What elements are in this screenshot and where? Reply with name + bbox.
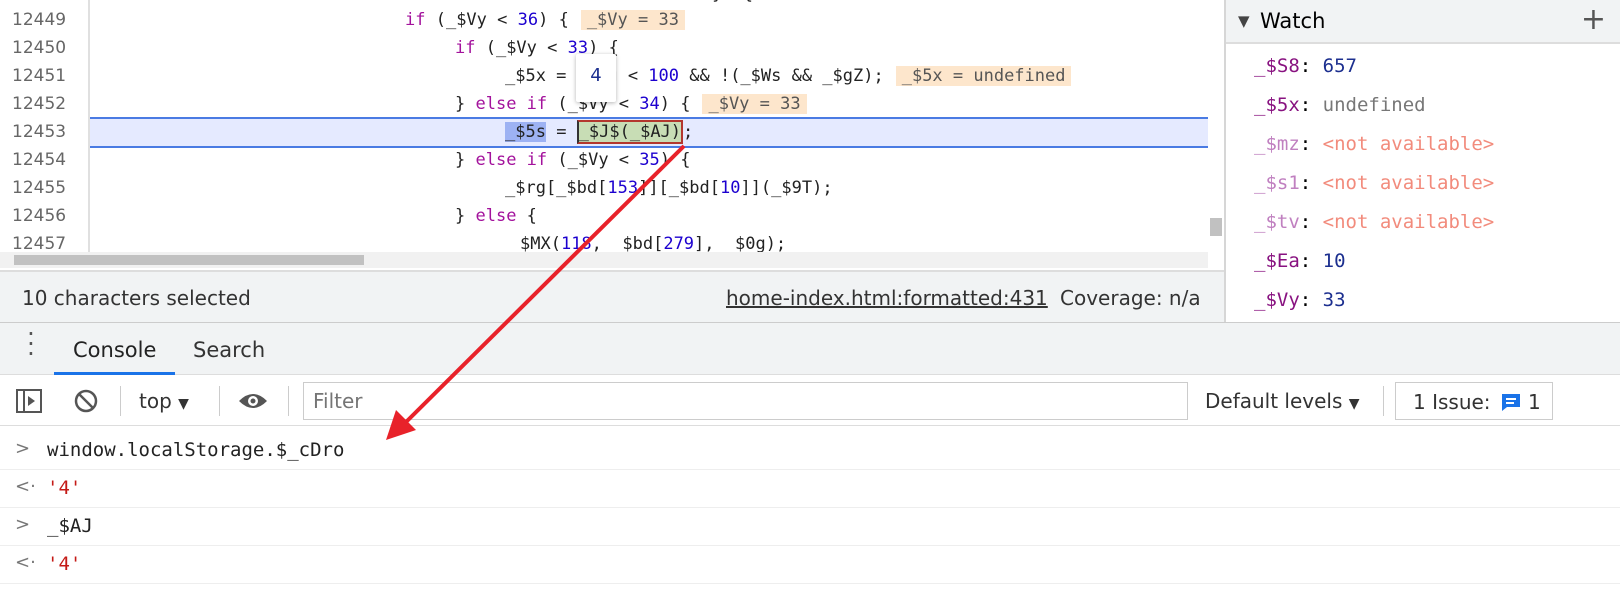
watch-header[interactable]: ▼ Watch +	[1226, 0, 1620, 44]
more-options-icon[interactable]: · · ·	[26, 322, 36, 366]
tab-search[interactable]: Search	[193, 323, 265, 375]
watch-item[interactable]: _$S8: 657	[1254, 55, 1357, 77]
source-location-link[interactable]: home-index.html:formatted:431	[726, 286, 1048, 310]
code-line: } else if (_$Vy < 35) {	[455, 150, 691, 170]
inline-value: _$Vy = 33	[580, 10, 685, 30]
line-number[interactable]: 12451	[12, 62, 66, 90]
watch-pane: ▼ Watch + _$S8: 657 _$5x: undefined _$mz…	[1224, 0, 1620, 322]
console-output-line[interactable]: <· '4'	[0, 470, 1620, 508]
sidebar-toggle-icon[interactable]	[16, 389, 42, 413]
console-drawer: ··· Console Search top ▼ Default levels …	[0, 322, 1620, 601]
divider	[120, 386, 121, 416]
divider	[1383, 386, 1384, 416]
dropdown-arrow-icon: ▼	[178, 396, 189, 412]
add-watch-icon[interactable]: +	[1581, 2, 1606, 37]
line-number[interactable]: 12454	[12, 146, 66, 174]
source-editor[interactable]: 12449 12450 12451 12452 12453 12454 1245…	[0, 0, 1224, 270]
dropdown-arrow-icon: ▼	[1348, 396, 1360, 412]
clear-console-icon[interactable]	[73, 388, 99, 414]
console-input-line[interactable]: > _$AJ	[0, 508, 1620, 546]
line-number[interactable]: 12455	[12, 174, 66, 202]
watch-item[interactable]: _$Ea: 10	[1254, 250, 1346, 272]
watch-item[interactable]: _$tv: <not available>	[1254, 211, 1494, 233]
code-line: _$5s = _$J$(_$AJ);	[505, 120, 694, 144]
scrollbar-thumb[interactable]	[1210, 218, 1222, 236]
selection-status: 10 characters selected	[22, 286, 251, 310]
context-selector[interactable]: top ▼	[139, 389, 189, 413]
watch-item[interactable]: _$mz: <not available>	[1254, 133, 1494, 155]
console-output-line[interactable]: <· '4'	[0, 546, 1620, 584]
input-prompt-icon: >	[15, 438, 31, 459]
line-number[interactable]: 12450	[12, 34, 66, 62]
scrollbar-thumb[interactable]	[14, 255, 364, 265]
drawer-tabs: · · · Console Search	[0, 322, 1620, 375]
horizontal-scrollbar[interactable]	[0, 252, 1208, 268]
watch-item[interactable]: _$5x: undefined	[1254, 94, 1426, 116]
log-levels-dropdown[interactable]: Default levels ▼	[1205, 389, 1360, 413]
code-line: if (_$Vy < 36) {_$Vy = 33	[405, 6, 685, 34]
line-number[interactable]: 12449	[12, 6, 66, 34]
inline-value: _$5x = undefined	[895, 66, 1072, 86]
line-gutter: 12449 12450 12451 12452 12453 12454 1245…	[0, 0, 90, 254]
eye-icon[interactable]	[237, 390, 269, 412]
divider	[219, 386, 220, 416]
editor-status-bar: 10 characters selected home-index.html:f…	[0, 270, 1224, 322]
issues-button[interactable]: 1 Issue: 1	[1395, 382, 1553, 420]
issues-count: 1	[1528, 390, 1541, 414]
code-line: } else {	[455, 206, 537, 226]
watch-title: Watch	[1260, 9, 1326, 33]
issues-label: 1 Issue:	[1413, 390, 1491, 414]
line-number[interactable]: 12452	[12, 90, 66, 118]
console-toolbar: top ▼ Default levels ▼ 1 Issue: 1	[0, 376, 1620, 426]
watch-item[interactable]: _$Vy: 33	[1254, 289, 1346, 311]
console-input-line[interactable]: > window.localStorage.$_cDro	[0, 432, 1620, 470]
tab-console[interactable]: Console	[54, 323, 176, 375]
watch-item[interactable]: _$s1: <not available>	[1254, 172, 1494, 194]
coverage-status: Coverage: n/a	[1060, 286, 1201, 310]
code-line: } {	[712, 0, 753, 8]
line-number[interactable]: 12453	[12, 118, 66, 146]
issue-message-icon	[1502, 394, 1520, 411]
evaluated-expression[interactable]: _$J$(_$AJ)	[576, 120, 684, 144]
divider	[288, 386, 289, 416]
inline-value: _$Vy = 33	[702, 94, 807, 114]
code-line: } else if (_$Vy < 34) {_$Vy = 33	[455, 90, 807, 118]
code-line: _$rg[_$bd[153]][_$bd[10]](_$9T);	[505, 178, 833, 198]
vertical-scrollbar[interactable]	[1208, 0, 1224, 252]
collapse-triangle-icon[interactable]: ▼	[1238, 12, 1250, 30]
filter-input[interactable]	[303, 382, 1188, 420]
output-arrow-icon: <·	[15, 552, 36, 573]
input-prompt-icon: >	[15, 514, 31, 535]
hover-value-popup: 4	[576, 54, 616, 102]
line-number[interactable]: 12456	[12, 202, 66, 230]
output-arrow-icon: <·	[15, 476, 36, 497]
